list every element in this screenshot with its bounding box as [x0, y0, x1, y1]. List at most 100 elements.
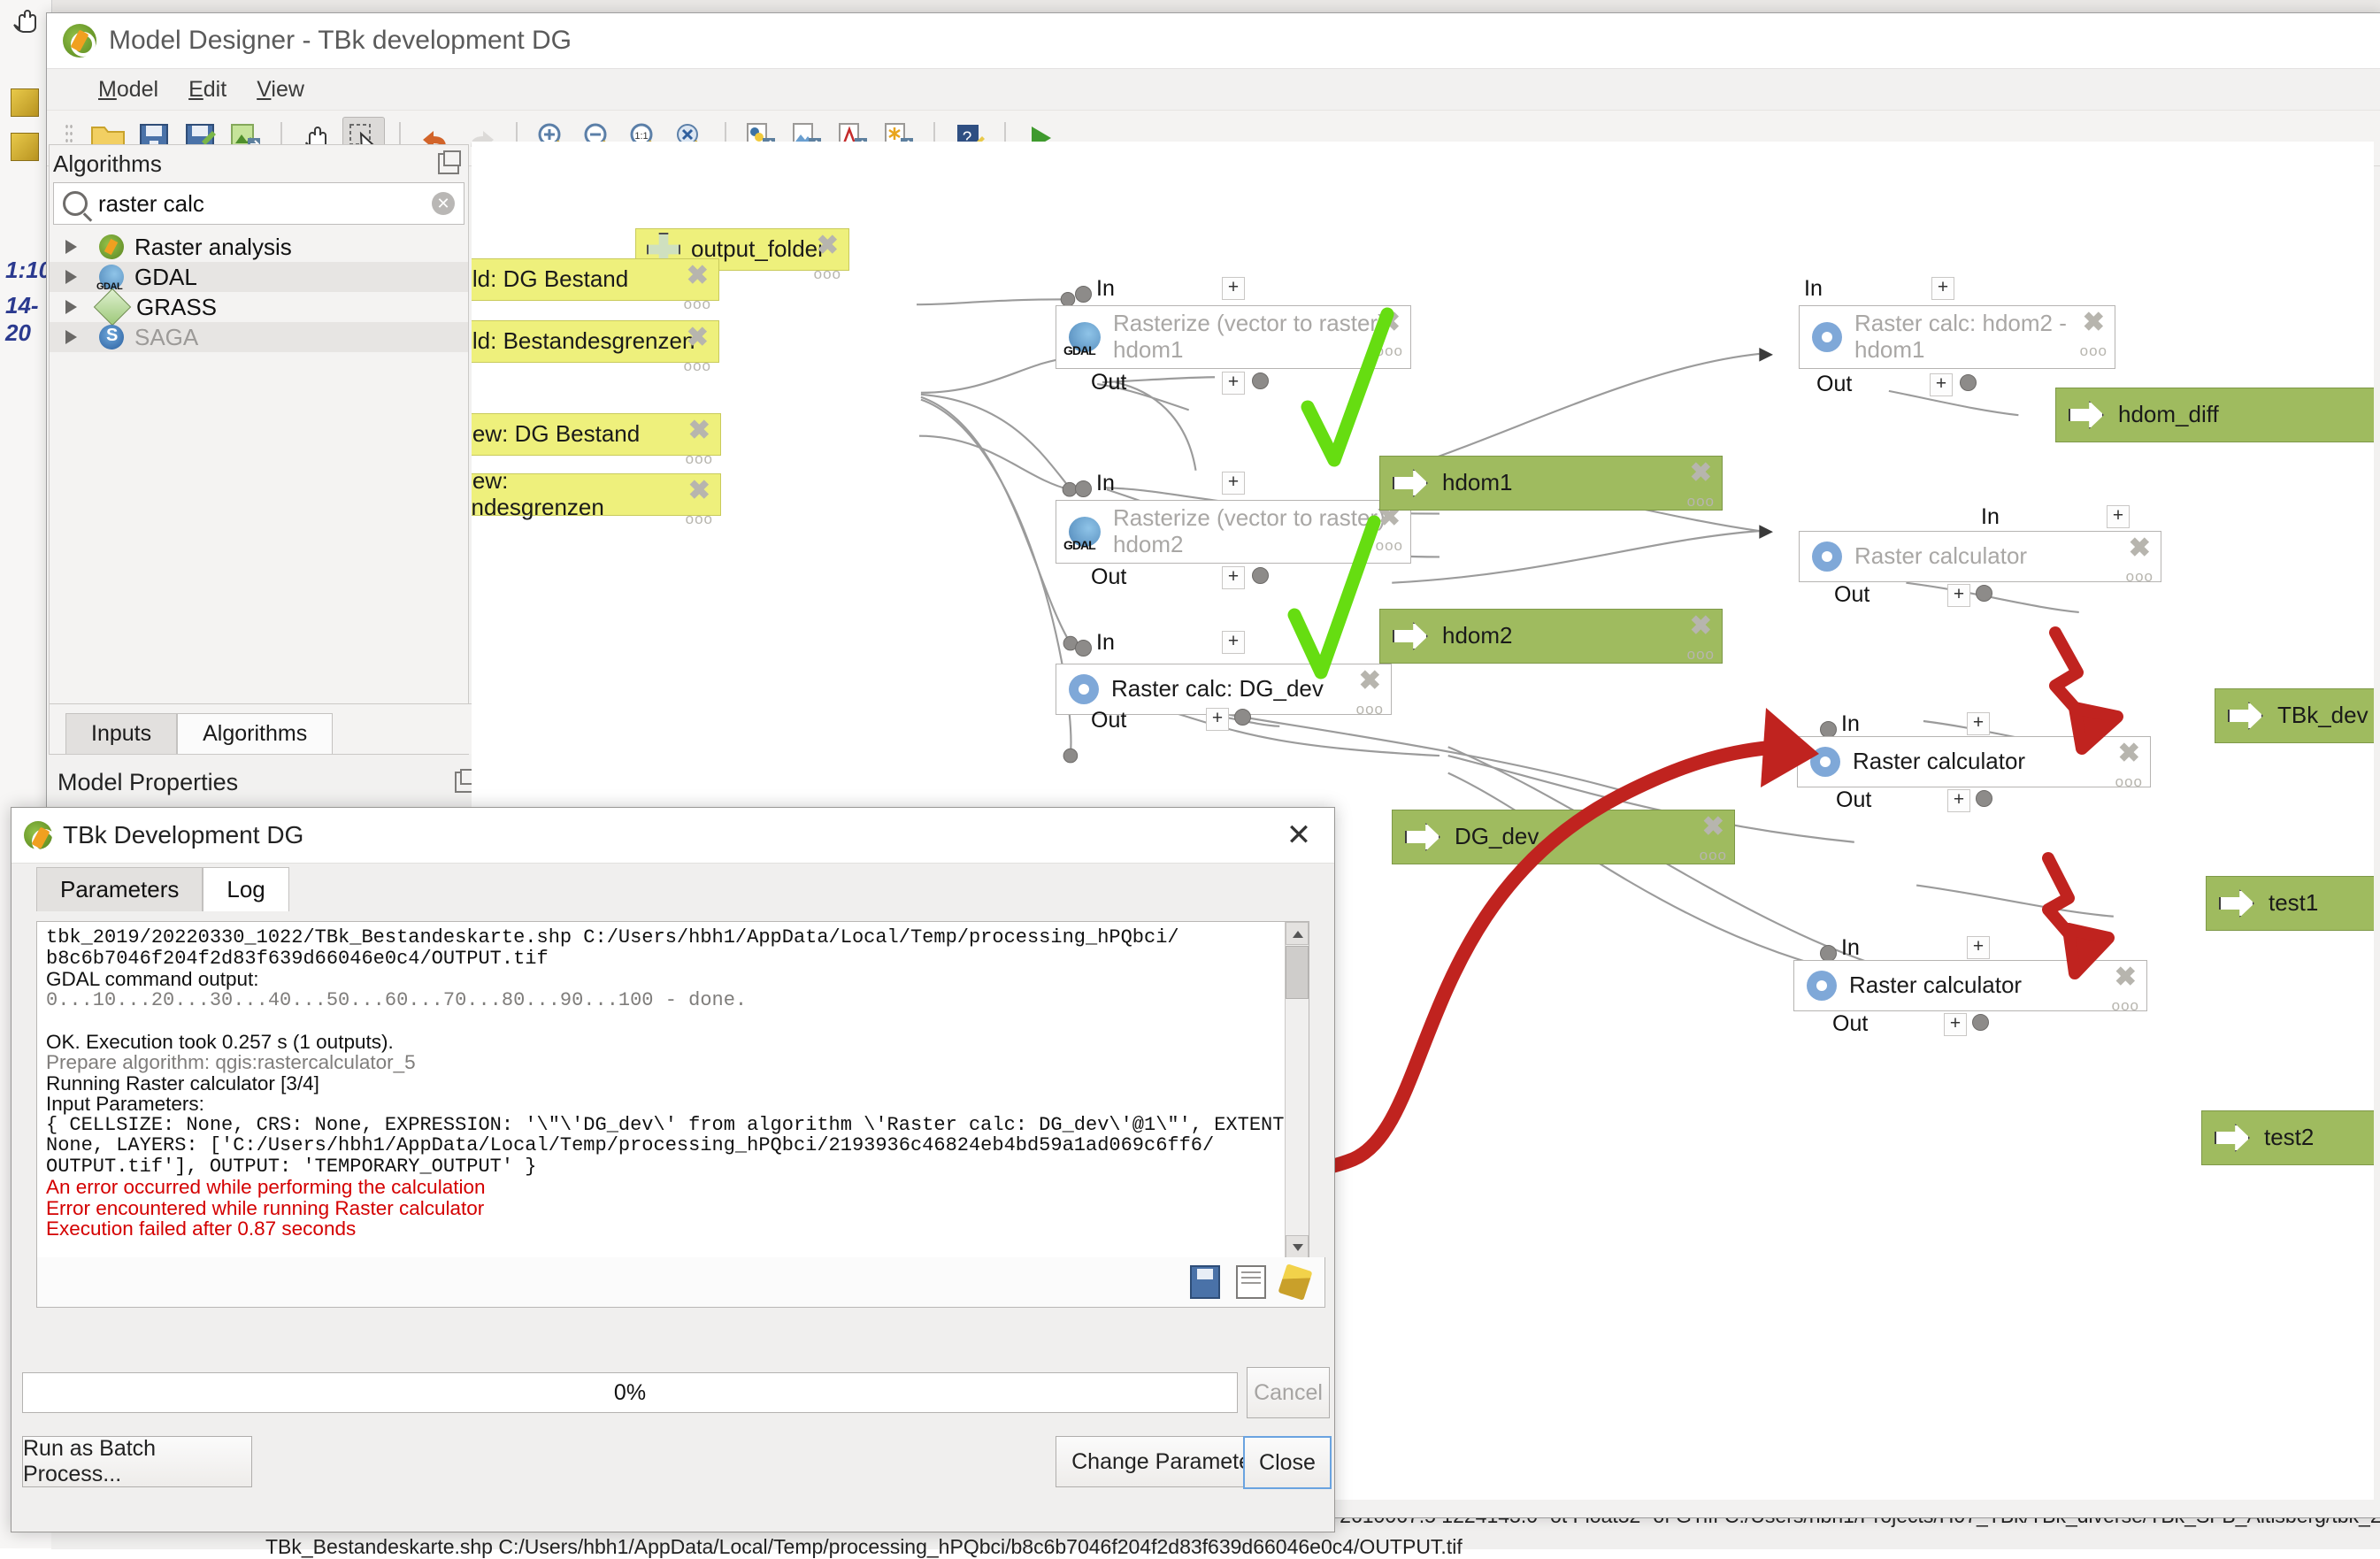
port-dot-out[interactable] — [1976, 585, 1992, 602]
node-rasterize-hdom1[interactable]: Rasterize (vector to raster) hdom1 ✖ ooo — [1056, 305, 1411, 369]
port-expand-plus[interactable]: + — [1944, 1013, 1967, 1036]
more-icon[interactable]: ooo — [686, 450, 713, 467]
node-tools[interactable]: ✖ ooo — [684, 264, 711, 315]
log-scrollbar[interactable] — [1285, 922, 1309, 1258]
port-expand-plus[interactable]: + — [1947, 584, 1970, 607]
algo-group-raster-analysis[interactable]: Raster analysis — [50, 232, 468, 262]
port-expand-plus[interactable]: + — [1931, 277, 1954, 300]
menu-model[interactable]: Model — [98, 77, 158, 103]
delete-icon[interactable]: ✖ — [687, 323, 709, 352]
node-output-test1[interactable]: test1 — [2206, 876, 2374, 931]
node-rasterize-hdom2[interactable]: Rasterize (vector to raster) hdom2 ✖ ooo — [1056, 500, 1411, 564]
delete-icon[interactable]: ✖ — [687, 261, 709, 290]
port-dot-in[interactable] — [1075, 286, 1092, 303]
delete-icon[interactable]: ✖ — [817, 231, 839, 260]
more-icon[interactable]: ooo — [2112, 997, 2139, 1014]
port-dot-out[interactable] — [1972, 1014, 1989, 1031]
node-tools[interactable]: ✖ ooo — [2115, 741, 2143, 793]
cancel-button[interactable]: Cancel — [1247, 1367, 1330, 1418]
more-icon[interactable]: ooo — [686, 511, 713, 527]
port-dot-in[interactable] — [1075, 640, 1092, 657]
more-icon[interactable]: ooo — [2080, 342, 2107, 359]
node-tools[interactable]: ✖ ooo — [1356, 669, 1384, 720]
port-dot-out[interactable] — [1976, 790, 1992, 807]
more-icon[interactable]: ooo — [1376, 537, 1403, 554]
delete-icon[interactable]: ✖ — [1378, 308, 1401, 337]
menu-edit[interactable]: Edit — [188, 77, 226, 103]
node-raster-calc-hdom2-minus-hdom1[interactable]: Raster calc: hdom2 - hdom1 ✖ ooo — [1799, 305, 2115, 369]
delete-icon[interactable]: ✖ — [1359, 666, 1381, 695]
delete-icon[interactable]: ✖ — [2115, 963, 2137, 992]
node-tools[interactable]: ✖ ooo — [814, 234, 841, 285]
node-output-hdom-diff[interactable]: hdom_diff ✖ ooo — [2055, 388, 2374, 442]
delete-icon[interactable]: ✖ — [688, 416, 710, 445]
node-tools[interactable]: ✖ ooo — [2126, 536, 2154, 588]
cube-icon[interactable] — [11, 88, 39, 117]
node-tools[interactable]: ✖ ooo — [686, 419, 713, 470]
algo-group-grass[interactable]: GRASS — [50, 292, 468, 322]
search-input[interactable]: raster calc ✕ — [53, 182, 464, 225]
save-log-icon[interactable] — [1190, 1265, 1220, 1299]
clear-log-icon[interactable] — [1278, 1263, 1312, 1301]
port-expand-plus[interactable]: + — [1206, 708, 1229, 731]
node-tools[interactable]: ✖ ooo — [686, 479, 713, 530]
cube-icon-2[interactable] — [11, 133, 39, 161]
port-expand-plus[interactable]: + — [1222, 472, 1245, 495]
node-output-test2[interactable]: test2 — [2201, 1110, 2374, 1165]
scroll-down-icon[interactable] — [1286, 1235, 1309, 1258]
delete-icon[interactable]: ✖ — [1690, 458, 1712, 488]
node-raster-calculator-tbk-dev[interactable]: Raster calculator ✖ ooo — [1799, 531, 2161, 582]
chevron-right-icon[interactable] — [65, 330, 77, 344]
delete-icon[interactable]: ✖ — [1702, 812, 1724, 841]
node-raster-calculator-test1[interactable]: Raster calculator ✖ ooo — [1797, 736, 2151, 787]
algorithms-tree[interactable]: Raster analysis GDAL GRASS SAGA — [50, 232, 468, 352]
port-dot-out[interactable] — [1234, 709, 1251, 726]
port-dot-out[interactable] — [1252, 372, 1269, 389]
port-expand-plus[interactable]: + — [1222, 631, 1245, 654]
node-tbk-old-bestandesgrenzen[interactable]: TBk old: Bestandesgrenzen ✖ ooo — [472, 320, 719, 363]
tab-inputs[interactable]: Inputs — [65, 713, 177, 754]
log-output[interactable]: tbk_2019/20220330_1022/TBk_Bestandeskart… — [36, 921, 1309, 1259]
port-dot-out[interactable] — [1960, 374, 1977, 391]
undock-icon[interactable] — [438, 153, 459, 174]
delete-icon[interactable]: ✖ — [2129, 534, 2151, 563]
delete-icon[interactable]: ✖ — [688, 476, 710, 505]
scroll-up-icon[interactable] — [1286, 922, 1309, 945]
copy-log-icon[interactable] — [1236, 1265, 1266, 1299]
port-expand-plus[interactable]: + — [1930, 373, 1953, 396]
close-button[interactable]: Close — [1243, 1436, 1332, 1489]
scrollbar-thumb[interactable] — [1286, 946, 1309, 999]
port-expand-plus[interactable]: + — [1967, 936, 1990, 959]
node-tools[interactable]: ✖ ooo — [684, 326, 711, 377]
node-tbk-old-dg-bestand[interactable]: TBk old: DG Bestand ✖ ooo — [472, 258, 719, 301]
node-tools[interactable]: ✖ ooo — [1687, 614, 1715, 665]
node-tbk-new-bestandesgrenzen[interactable]: TBk new: Bestandesgrenzen ✖ ooo — [472, 473, 721, 516]
node-tools[interactable]: ✖ ooo — [1687, 461, 1715, 512]
more-icon[interactable]: ooo — [1356, 701, 1384, 718]
node-tools[interactable]: ✖ ooo — [2080, 311, 2107, 362]
port-expand-plus[interactable]: + — [1222, 372, 1245, 395]
more-icon[interactable]: ooo — [684, 296, 711, 312]
port-expand-plus[interactable]: + — [1222, 566, 1245, 589]
port-dot-in[interactable] — [1075, 480, 1092, 497]
more-icon[interactable]: ooo — [1700, 847, 1727, 864]
node-raster-calculator-test2[interactable]: Raster calculator ✖ ooo — [1793, 960, 2147, 1011]
chevron-right-icon[interactable] — [65, 270, 77, 284]
port-expand-plus[interactable]: + — [1947, 789, 1970, 812]
node-tools[interactable]: ✖ ooo — [2112, 965, 2139, 1017]
node-output-tbk-dev[interactable]: TBk_dev — [2215, 688, 2374, 743]
menu-view[interactable]: View — [257, 77, 304, 103]
more-icon[interactable]: ooo — [814, 265, 841, 282]
more-icon[interactable]: ooo — [2126, 568, 2154, 585]
chevron-right-icon[interactable] — [65, 300, 77, 314]
port-dot-out[interactable] — [1252, 567, 1269, 584]
port-expand-plus[interactable]: + — [1222, 277, 1245, 300]
more-icon[interactable]: ooo — [1687, 493, 1715, 510]
node-output-hdom2[interactable]: hdom2 ✖ ooo — [1379, 609, 1723, 664]
clear-icon[interactable]: ✕ — [432, 192, 455, 215]
delete-icon[interactable]: ✖ — [2083, 308, 2105, 337]
more-icon[interactable]: ooo — [2115, 773, 2143, 790]
node-tools[interactable]: ✖ ooo — [1376, 505, 1403, 557]
node-tbk-new-dg-bestand[interactable]: TBk new: DG Bestand ✖ ooo — [472, 413, 721, 456]
node-tools[interactable]: ✖ ooo — [1700, 815, 1727, 866]
